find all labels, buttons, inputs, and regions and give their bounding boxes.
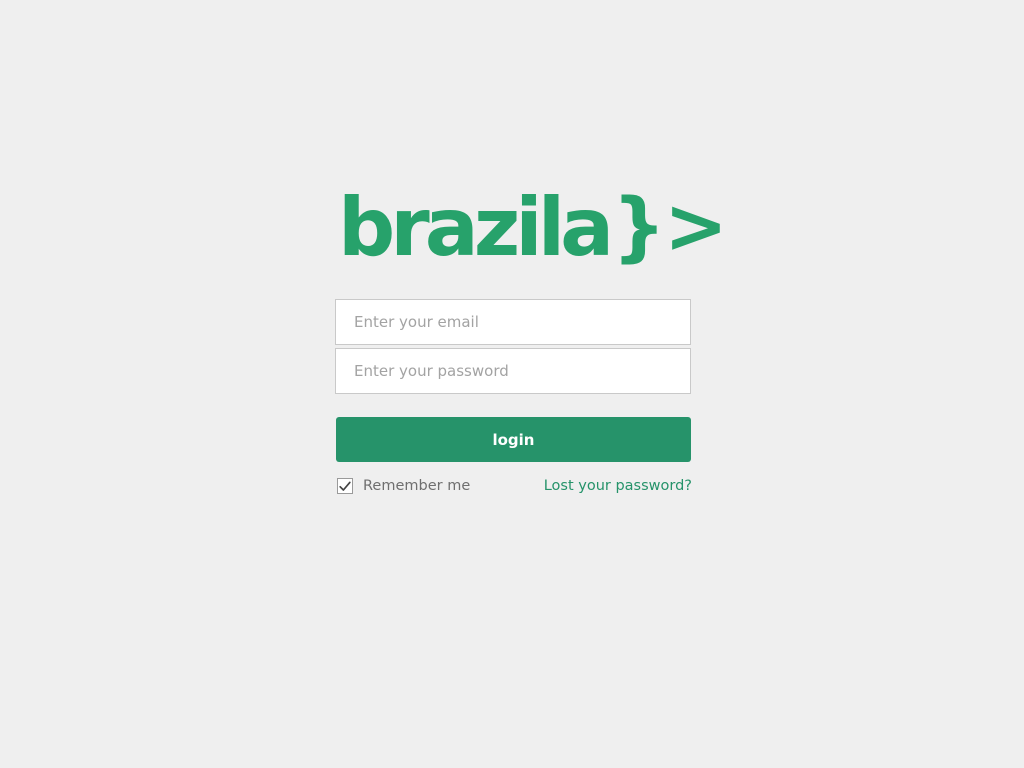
remember-me-option[interactable]: Remember me bbox=[337, 476, 470, 496]
brand-mark: }> bbox=[612, 181, 728, 270]
lost-password-link[interactable]: Lost your password? bbox=[544, 478, 692, 494]
password-field[interactable] bbox=[335, 348, 691, 394]
remember-me-checkbox[interactable] bbox=[337, 478, 353, 494]
remember-me-label: Remember me bbox=[363, 478, 471, 494]
checkmark-icon bbox=[339, 481, 351, 491]
email-field[interactable] bbox=[335, 299, 691, 345]
login-button[interactable]: login bbox=[336, 417, 691, 462]
brand-name: brazila bbox=[338, 181, 614, 274]
